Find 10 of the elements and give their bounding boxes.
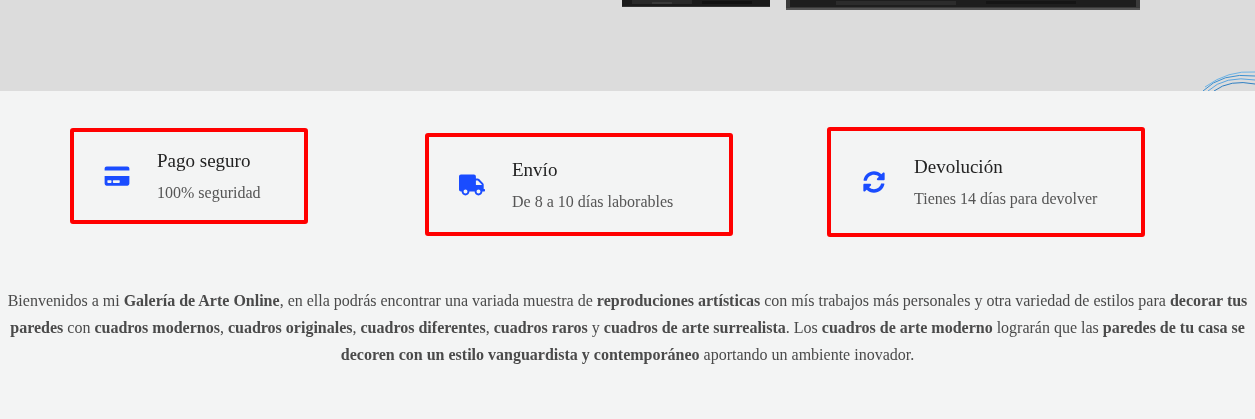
feature-title: Envío (512, 157, 559, 182)
feature-subtitle: De 8 a 10 días laborables (512, 191, 674, 212)
feature-title: Pago seguro (157, 149, 252, 173)
intro-paragraph: Bienvenidos a mi Galería de Arte Online, en ella podrás encontrar una variada muestra de reproduciones artísticas con mís trabajos más personales y otra variedad de estilos para decorar tus paredes con cuadros modernos, cuadros originales, cuadros diferentes, cuadros raros y cuadros de arte surrealista. Los cuadros de arte moderno lograrán que las paredes de tu casa se decoren con un estilo vanguardista y contemporáneo aportando un ambiente inovador. (6, 291, 1249, 366)
credit-card-icon (104, 165, 130, 187)
feature-title: Devolución (914, 155, 1004, 179)
refresh-icon (861, 171, 887, 193)
feature-subtitle: 100% seguridad (157, 183, 261, 204)
feature-subtitle: Tienes 14 días para devolver (914, 189, 1098, 210)
truck-icon (459, 173, 485, 196)
